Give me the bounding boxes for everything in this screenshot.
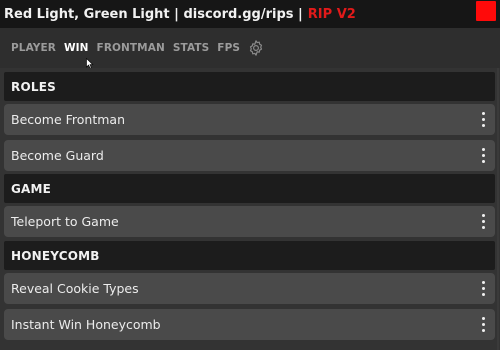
kebab-menu-icon[interactable] [481, 281, 485, 296]
item-label: Teleport to Game [11, 214, 119, 229]
tab-player[interactable]: PLAYER [11, 42, 56, 54]
window-title: Red Light, Green Light | discord.gg/rips… [4, 6, 303, 22]
window-title-accent: RIP V2 [307, 6, 356, 22]
gear-icon[interactable] [247, 39, 265, 57]
reveal-cookie-types-button[interactable]: Reveal Cookie Types [4, 273, 495, 304]
tab-stats[interactable]: STATS [173, 42, 209, 54]
kebab-menu-icon[interactable] [481, 214, 485, 229]
close-button[interactable] [476, 1, 496, 21]
section-header-game: GAME [4, 174, 495, 203]
section-header-honeycomb: HONEYCOMB [4, 241, 495, 270]
tab-win[interactable]: WIN [64, 42, 89, 54]
kebab-menu-icon[interactable] [481, 112, 485, 127]
kebab-menu-icon[interactable] [481, 317, 485, 332]
item-label: Become Frontman [11, 112, 126, 127]
tab-fps[interactable]: FPS [217, 42, 240, 54]
instant-win-honeycomb-button[interactable]: Instant Win Honeycomb [4, 309, 495, 340]
kebab-menu-icon[interactable] [481, 148, 485, 163]
teleport-to-game-button[interactable]: Teleport to Game [4, 206, 495, 237]
become-frontman-button[interactable]: Become Frontman [4, 104, 495, 135]
tab-bar: PLAYER WIN FRONTMAN STATS FPS [0, 28, 500, 68]
item-label: Instant Win Honeycomb [11, 317, 161, 332]
tab-frontman[interactable]: FRONTMAN [97, 42, 165, 54]
section-header-roles: ROLES [4, 72, 495, 101]
main-panel: ROLES Become Frontman Become Guard GAME … [0, 68, 500, 350]
item-label: Reveal Cookie Types [11, 281, 139, 296]
title-bar: Red Light, Green Light | discord.gg/rips… [0, 0, 500, 28]
become-guard-button[interactable]: Become Guard [4, 140, 495, 171]
item-label: Become Guard [11, 148, 104, 163]
scrollbar[interactable] [497, 68, 499, 350]
